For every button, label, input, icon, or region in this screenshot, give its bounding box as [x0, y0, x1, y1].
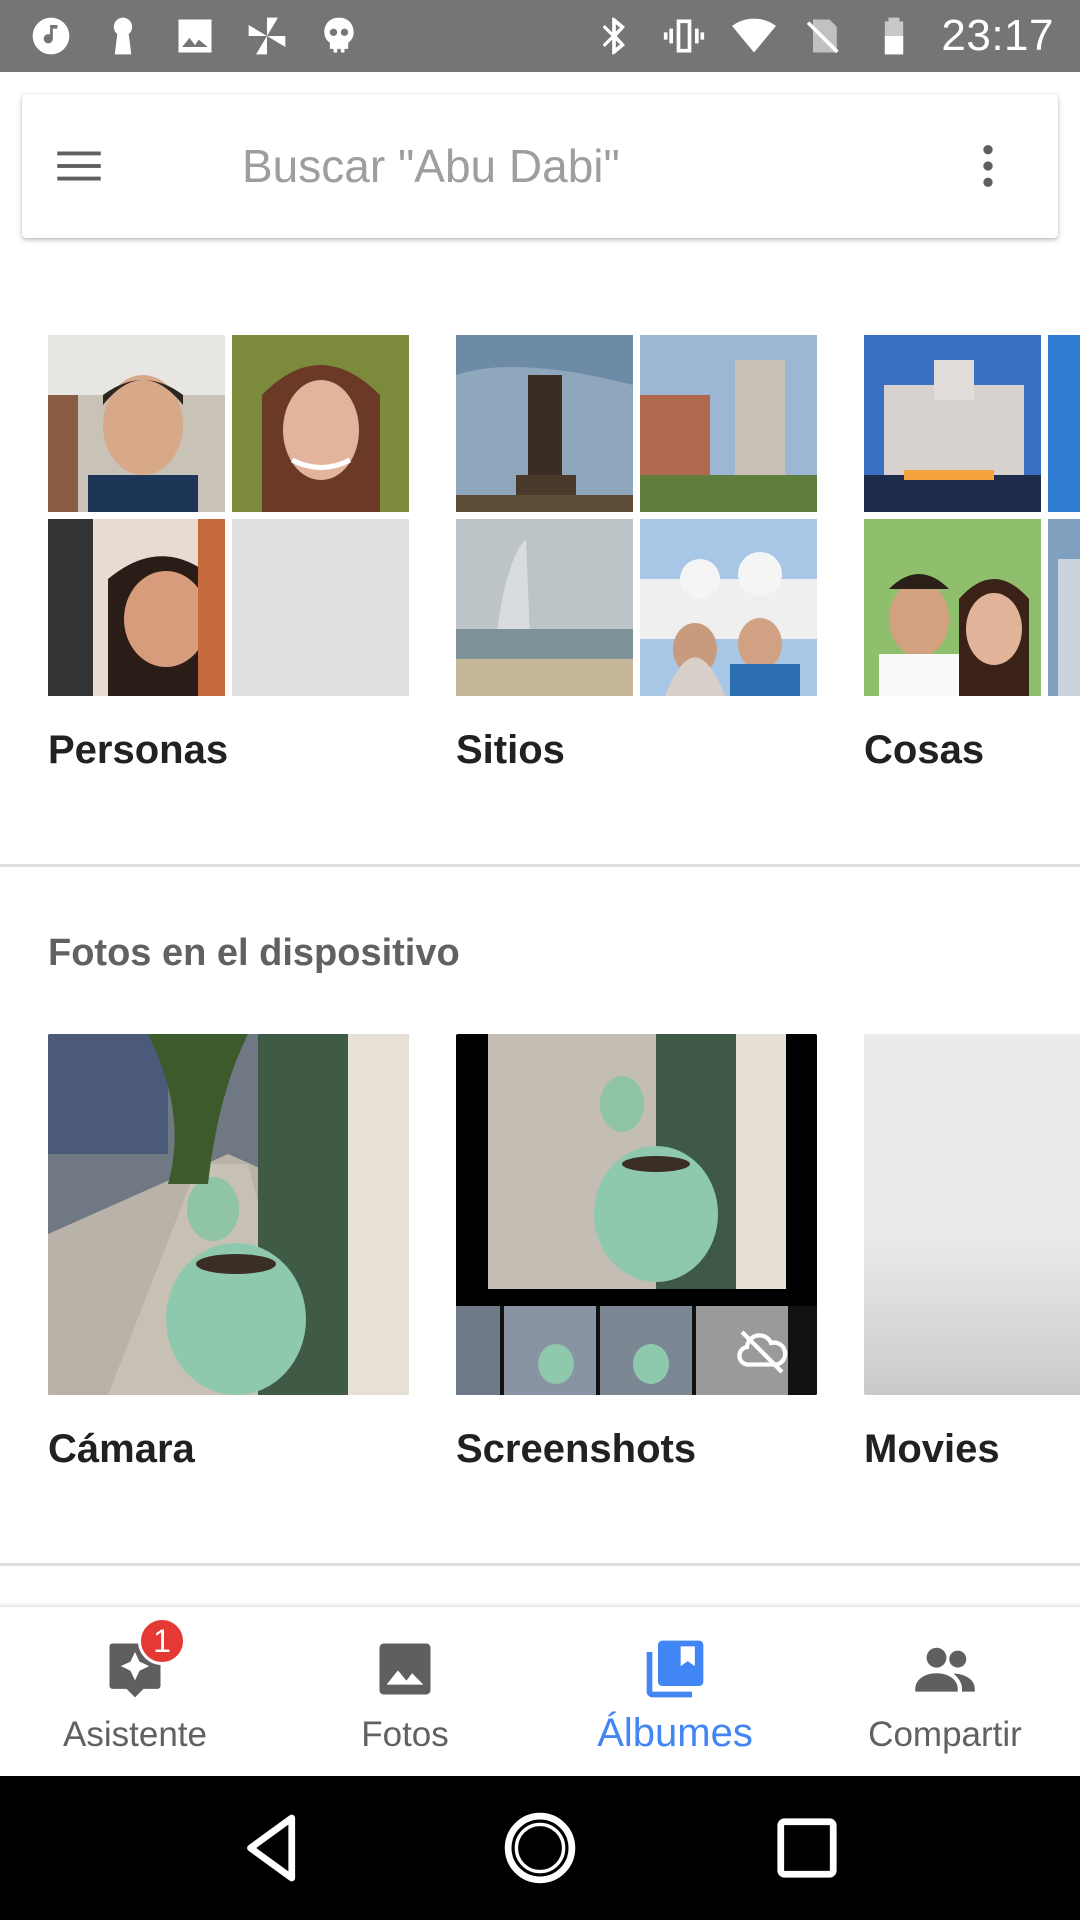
album-thumbnail-grid	[864, 335, 1080, 696]
album-label: Movies	[864, 1427, 1000, 1471]
music-note-icon	[28, 13, 74, 59]
search-bar[interactable]: Buscar "Abu Dabi"	[22, 94, 1058, 238]
hamburger-menu-icon	[57, 151, 101, 181]
album-thumbnail-grid	[456, 335, 817, 696]
skull-icon	[316, 13, 362, 59]
home-circle-icon	[504, 1812, 576, 1884]
notification-badge: 1	[138, 1617, 186, 1665]
device-section-title: Fotos en el dispositivo	[48, 932, 460, 974]
place-thumbnail	[456, 335, 633, 512]
status-bar: 23:17	[0, 0, 1080, 72]
section-divider	[0, 864, 1080, 867]
bluetooth-icon	[591, 13, 637, 59]
album-label: Sitios	[456, 728, 565, 772]
section-divider	[0, 1563, 1080, 1566]
status-time: 23:17	[941, 11, 1054, 60]
thing-thumbnail	[1048, 335, 1080, 512]
no-sim-icon	[801, 13, 847, 59]
nav-label: Álbumes	[597, 1711, 753, 1755]
cloud-off-icon	[737, 1330, 788, 1374]
nav-label: Fotos	[361, 1715, 449, 1754]
nav-label: Compartir	[868, 1715, 1022, 1754]
more-vert-icon	[983, 145, 993, 187]
status-right-icons: 23:17	[591, 11, 1054, 61]
back-button[interactable]	[223, 1798, 323, 1898]
people-icon	[915, 1647, 975, 1692]
wifi-icon	[731, 13, 777, 59]
bottom-navigation: 1 Asistente Fotos Álbumes Compartir	[0, 1606, 1080, 1776]
person-thumbnail	[48, 335, 225, 512]
person-thumbnail	[48, 519, 225, 696]
recents-square-icon	[777, 1818, 837, 1878]
pinwheel-icon	[244, 13, 290, 59]
search-input[interactable]: Buscar "Abu Dabi"	[242, 139, 948, 193]
keyhole-icon	[100, 13, 146, 59]
albums-icon	[646, 1640, 704, 1698]
thing-thumbnail	[1048, 519, 1080, 696]
album-label: Cámara	[48, 1427, 195, 1471]
empty-thumbnail	[232, 519, 409, 696]
auto-albums-strip[interactable]: Personas Sitios Cosas	[0, 335, 1080, 795]
album-label: Screenshots	[456, 1427, 697, 1471]
album-cover	[864, 1034, 1080, 1395]
battery-icon	[871, 13, 917, 59]
album-thumbnail-grid	[48, 335, 409, 696]
place-thumbnail	[640, 519, 817, 696]
album-label: Cosas	[864, 728, 985, 772]
thing-thumbnail	[864, 519, 1041, 696]
place-thumbnail	[640, 335, 817, 512]
album-cover	[48, 1034, 409, 1395]
person-thumbnail	[232, 335, 409, 512]
nav-compartir[interactable]: Compartir	[810, 1607, 1080, 1776]
thing-thumbnail	[864, 335, 1041, 512]
status-left-icons	[28, 13, 362, 59]
nav-label: Asistente	[63, 1715, 207, 1754]
image-icon	[172, 13, 218, 59]
device-albums-strip[interactable]: Cámara Screenshots Movies	[0, 1034, 1080, 1494]
vibrate-icon	[661, 13, 707, 59]
recents-button[interactable]	[757, 1798, 857, 1898]
home-button[interactable]	[490, 1798, 590, 1898]
menu-button[interactable]	[50, 94, 170, 238]
back-triangle-icon	[247, 1814, 296, 1882]
place-thumbnail	[456, 519, 633, 696]
nav-asistente[interactable]: 1 Asistente	[0, 1607, 270, 1776]
nav-fotos[interactable]: Fotos	[270, 1607, 540, 1776]
album-cover	[456, 1034, 817, 1395]
photo-icon	[379, 1643, 431, 1695]
nav-albumes[interactable]: Álbumes	[540, 1607, 810, 1776]
system-navigation-bar	[0, 1776, 1080, 1920]
album-label: Personas	[48, 728, 229, 772]
more-options-button[interactable]	[948, 94, 1028, 238]
